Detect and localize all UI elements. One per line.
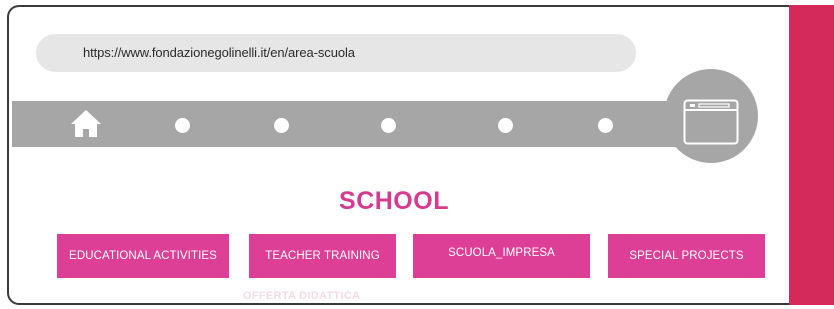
faded-subtitle: OFFERTA DIDATTICA xyxy=(243,290,361,302)
home-icon[interactable] xyxy=(70,108,102,138)
page-title: SCHOOL xyxy=(339,187,449,215)
tab-special-projects[interactable]: SPECIAL PROJECTS xyxy=(608,234,765,278)
nav-dot-3[interactable] xyxy=(381,118,396,133)
nav-dot-2[interactable] xyxy=(274,118,289,133)
address-bar[interactable]: https://www.fondazionegolinelli.it/en/ar… xyxy=(36,34,636,72)
browser-window-icon xyxy=(683,99,739,145)
url-text[interactable]: https://www.fondazionegolinelli.it/en/ar… xyxy=(83,34,355,72)
side-accent-band xyxy=(789,5,834,305)
nav-dot-1[interactable] xyxy=(175,118,190,133)
tab-scuola-impresa[interactable]: SCUOLA_IMPRESA xyxy=(413,234,590,278)
nav-dot-5[interactable] xyxy=(598,118,613,133)
tab-educational-activities[interactable]: EDUCATIONAL ACTIVITIES xyxy=(57,234,229,278)
nav-dot-4[interactable] xyxy=(498,118,513,133)
tab-teacher-training[interactable]: TEACHER TRAINING xyxy=(249,234,396,278)
